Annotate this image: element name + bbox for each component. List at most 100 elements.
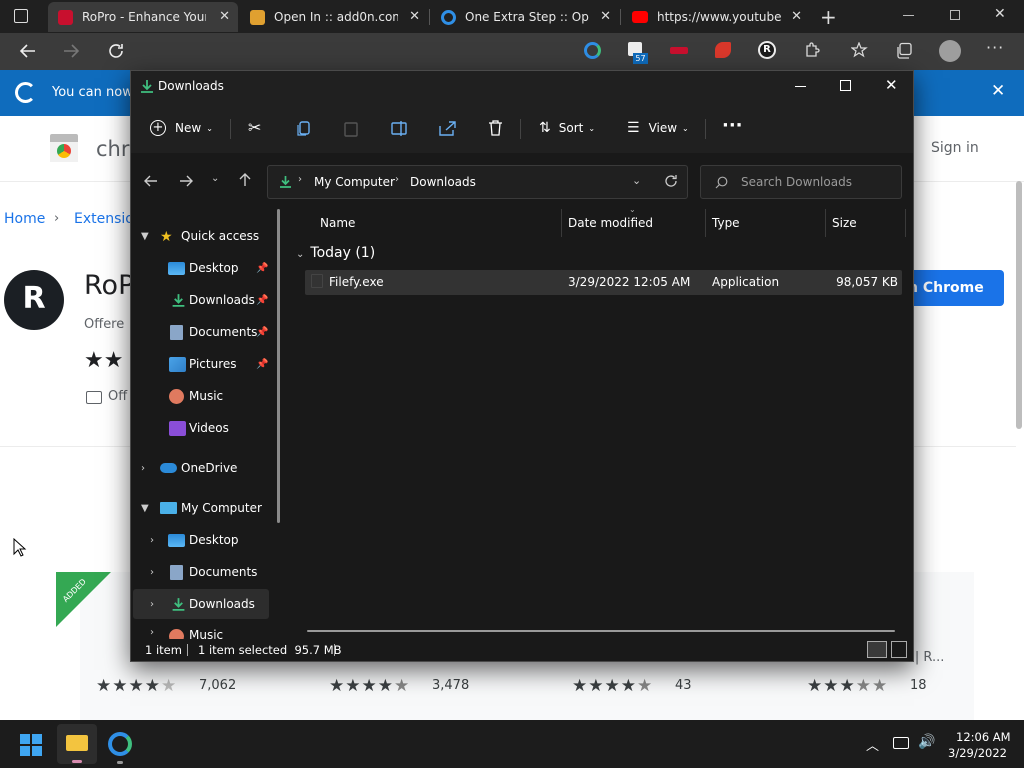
clock-time[interactable]: 12:06 AM [956,730,1011,744]
column-header-type[interactable]: Type [712,216,740,230]
nav-pc-desktop[interactable]: › Desktop [131,525,271,555]
refresh-icon[interactable] [664,174,678,188]
minimize-icon[interactable] [903,15,914,16]
settings-more-icon[interactable]: ··· [986,38,1004,57]
expand-chevron-icon[interactable]: ▼ [141,503,149,514]
page-scrollbar[interactable] [1016,181,1022,429]
tab-actions-icon[interactable] [14,9,28,23]
nav-my-computer[interactable]: ▼ My Computer [131,493,271,523]
back-arrow-icon[interactable] [144,175,158,187]
rename-icon[interactable] [391,121,409,136]
close-window-icon[interactable]: ✕ [994,6,1006,22]
column-header-name[interactable]: Name [320,216,355,230]
horizontal-scrollbar[interactable] [307,630,895,632]
clock-date[interactable]: 3/29/2022 [948,746,1007,760]
close-tab-icon[interactable]: ✕ [791,9,802,24]
path-dropdown-chevron-icon[interactable]: ⌄ [632,174,641,187]
taskbar-edge-icon[interactable] [108,732,132,756]
cut-icon[interactable]: ✂ [248,118,261,137]
favorites-icon[interactable] [851,42,869,59]
details-view-icon[interactable] [867,641,887,658]
folder-icon [66,735,88,751]
collections-icon[interactable] [896,42,913,59]
group-header-today[interactable]: ⌄ Today (1) [296,245,375,261]
expand-chevron-icon[interactable]: › [141,463,145,474]
minimize-icon[interactable] [795,86,806,87]
browser-tab-bar: RoPro - Enhance Your R ✕ Open In :: add0… [0,0,1024,33]
expand-chevron-icon[interactable]: ▼ [141,231,149,242]
copy-icon[interactable] [297,121,311,137]
forward-arrow-icon[interactable] [179,175,193,187]
new-tab-icon[interactable]: + [820,5,837,29]
nav-quick-pictures[interactable]: Pictures 📌 [131,349,271,379]
close-notification-icon[interactable]: ✕ [991,81,1005,101]
extensions-puzzle-icon[interactable] [803,42,820,59]
volume-icon[interactable]: 🔊 [918,734,935,750]
sort-button[interactable]: ⇅ Sort ⌄ [539,120,595,136]
tab-youtube[interactable]: https://www.youtube.co ✕ [622,2,810,32]
youtube-favicon-icon [632,11,648,23]
path-my-computer[interactable]: My Computer [314,175,395,189]
red-extension-icon[interactable] [670,47,688,54]
ropro-extension-icon[interactable]: R [758,41,776,59]
expand-chevron-icon[interactable]: › [150,599,154,610]
nav-scrollbar[interactable] [277,209,280,523]
view-button[interactable]: ☰ View ⌄ [627,120,689,136]
collapse-chevron-icon[interactable]: ⌄ [296,249,304,260]
close-tab-icon[interactable]: ✕ [409,9,420,24]
address-path-bar[interactable]: › My Computer › Downloads ⌄ [267,165,688,199]
forward-arrow-icon[interactable] [62,42,80,60]
share-icon[interactable] [439,120,456,136]
tab-ropro[interactable]: RoPro - Enhance Your R ✕ [48,2,238,32]
nav-quick-videos[interactable]: Videos [131,413,271,443]
tab-add0n[interactable]: Open In :: add0n.com ✕ [240,2,428,32]
expand-chevron-icon[interactable]: › [150,567,154,578]
nav-pc-documents[interactable]: › Documents [131,557,271,587]
show-hidden-icons-chevron[interactable]: ︿ [866,735,879,754]
nav-quick-documents[interactable]: Documents 📌 [131,317,271,347]
close-tab-icon[interactable]: ✕ [219,9,230,24]
more-options-icon[interactable]: ··· [722,115,743,136]
pin-icon: 📌 [256,326,269,338]
file-size: 98,057 KB [836,275,898,289]
cloud-icon [160,463,177,473]
nav-pc-downloads[interactable]: › Downloads [133,589,269,619]
taskbar-file-explorer[interactable] [57,724,97,764]
nav-quick-access[interactable]: ▼ ★ Quick access [131,221,271,251]
sign-in-link[interactable]: Sign in [931,140,979,156]
file-row[interactable]: Filefy.exe 3/29/2022 12:05 AM Applicatio… [305,270,902,295]
view-label: View [648,121,678,135]
nav-label: Documents [189,325,258,339]
tab-extra-step[interactable]: One Extra Step :: Open ✕ [431,2,619,32]
profile-avatar[interactable] [939,40,961,62]
delete-icon[interactable] [488,120,503,136]
close-window-icon[interactable]: ✕ [885,76,898,94]
expand-chevron-icon[interactable]: › [150,627,154,638]
add-to-chrome-button[interactable]: n Chrome [906,270,1004,306]
expand-chevron-icon[interactable]: › [150,535,154,546]
nav-onedrive[interactable]: › OneDrive [131,453,271,483]
edge-extension-icon[interactable] [584,42,601,59]
nav-quick-downloads[interactable]: Downloads 📌 [131,285,271,315]
column-header-size[interactable]: Size [832,216,857,230]
path-downloads[interactable]: Downloads [410,175,476,189]
new-button[interactable]: + New ⌄ [150,120,213,136]
column-header-date[interactable]: Date modified [568,216,653,230]
close-tab-icon[interactable]: ✕ [600,9,611,24]
refresh-icon[interactable] [107,42,125,60]
restore-icon[interactable] [950,10,960,20]
maximize-icon[interactable] [840,80,851,91]
breadcrumb-extensions[interactable]: Extensio [74,211,134,227]
network-icon[interactable] [893,737,909,749]
start-windows-icon[interactable] [20,734,42,756]
nav-pc-music[interactable]: › Music [131,621,271,641]
tiles-view-icon[interactable] [891,641,907,658]
nav-quick-music[interactable]: Music [131,381,271,411]
recent-locations-chevron-icon[interactable]: ⌄ [211,173,219,184]
back-arrow-icon[interactable] [19,42,37,60]
search-box[interactable]: Search Downloads [700,165,902,199]
breadcrumb-home[interactable]: Home [4,211,45,227]
nav-quick-desktop[interactable]: Desktop 📌 [131,253,271,283]
up-arrow-icon[interactable] [239,173,251,187]
lastpass-extension-icon[interactable] [715,42,731,58]
